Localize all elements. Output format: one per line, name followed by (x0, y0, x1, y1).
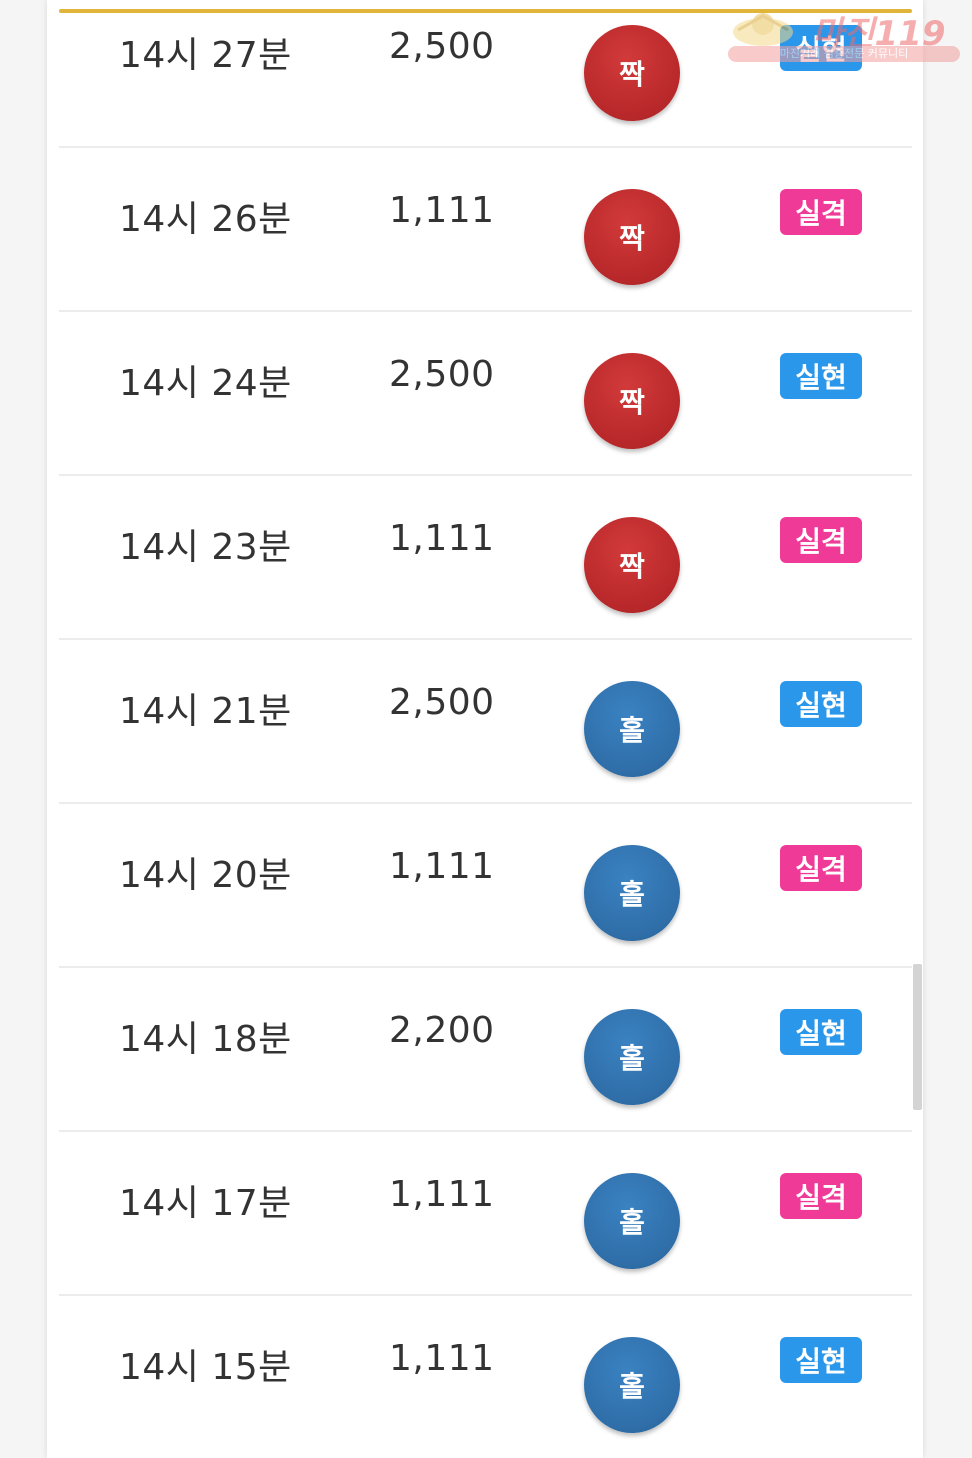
result-row: 14시 26분 1,111 짝 실격 (59, 148, 912, 312)
result-time: 14시 18분 (119, 1019, 292, 1060)
status-badge-miss: 실격 (780, 517, 862, 563)
status-badge-hit: 실현 (780, 1009, 862, 1055)
result-time: 14시 17분 (119, 1183, 292, 1224)
result-time: 14시 21분 (119, 691, 292, 732)
odd-ball: 홀 (584, 845, 680, 941)
status-badge-hit: 실현 (780, 25, 862, 71)
result-amount: 1,111 (389, 1174, 495, 1215)
status-badge-hit: 실현 (780, 1337, 862, 1383)
results-card: 14시 27분 2,500 짝 실현 14시 26분 1,111 짝 실격 14시 24분 2,5… (47, 0, 923, 1458)
even-ball: 짝 (584, 189, 680, 285)
result-row: 14시 18분 2,200 홀 실현 (59, 968, 912, 1132)
even-ball: 짝 (584, 517, 680, 613)
odd-ball: 홀 (584, 1337, 680, 1433)
result-row: 14시 23분 1,111 짝 실격 (59, 476, 912, 640)
odd-ball: 홀 (584, 1173, 680, 1269)
result-row: 14시 24분 2,500 짝 실현 (59, 312, 912, 476)
result-amount: 2,200 (389, 1010, 495, 1051)
even-ball: 짝 (584, 353, 680, 449)
result-time: 14시 26분 (119, 199, 292, 240)
odd-ball: 홀 (584, 1009, 680, 1105)
result-time: 14시 27분 (119, 35, 292, 76)
even-ball: 짝 (584, 25, 680, 121)
status-badge-miss: 실격 (780, 189, 862, 235)
result-row: 14시 27분 2,500 짝 실현 (59, 0, 912, 148)
result-time: 14시 15분 (119, 1347, 292, 1388)
result-amount: 2,500 (389, 354, 495, 395)
result-amount: 1,111 (389, 846, 495, 887)
result-amount: 1,111 (389, 190, 495, 231)
scrollbar-thumb[interactable] (913, 964, 922, 1110)
result-row: 14시 20분 1,111 홀 실격 (59, 804, 912, 968)
odd-ball: 홀 (584, 681, 680, 777)
result-amount: 2,500 (389, 682, 495, 723)
result-amount: 2,500 (389, 26, 495, 67)
result-amount: 1,111 (389, 518, 495, 559)
result-amount: 1,111 (389, 1338, 495, 1379)
status-badge-miss: 실격 (780, 1173, 862, 1219)
status-badge-hit: 실현 (780, 681, 862, 727)
result-row: 14시 17분 1,111 홀 실격 (59, 1132, 912, 1296)
status-badge-hit: 실현 (780, 353, 862, 399)
result-row: 14시 21분 2,500 홀 실현 (59, 640, 912, 804)
status-badge-miss: 실격 (780, 845, 862, 891)
result-time: 14시 20분 (119, 855, 292, 896)
result-time: 14시 23분 (119, 527, 292, 568)
result-row: 14시 15분 1,111 홀 실현 (59, 1296, 912, 1458)
result-time: 14시 24분 (119, 363, 292, 404)
